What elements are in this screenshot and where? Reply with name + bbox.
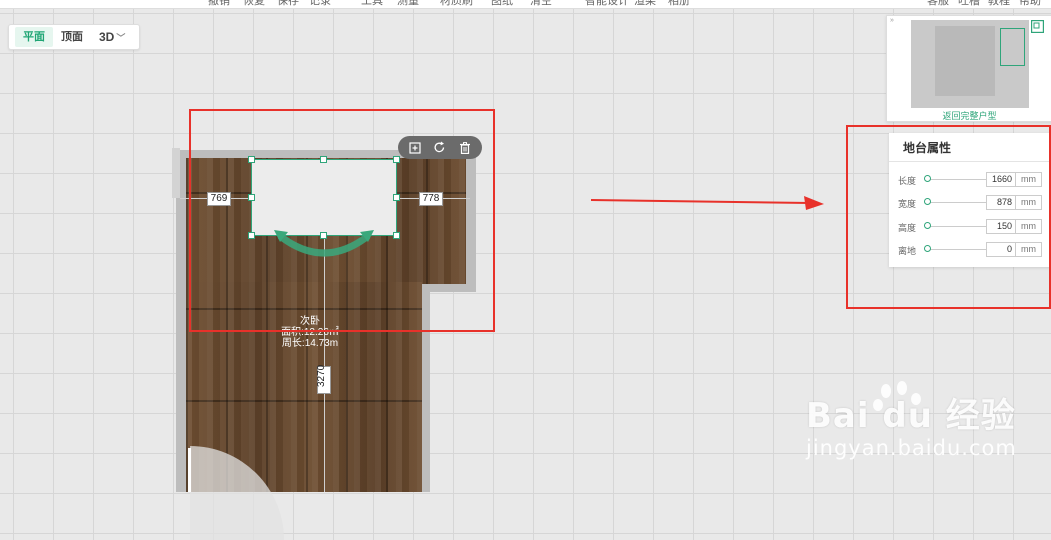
- door-leaf: [188, 448, 191, 492]
- toolbar-smart-design[interactable]: 智能设计: [585, 0, 629, 8]
- toolbar-measure[interactable]: 测量: [397, 0, 419, 8]
- minimap-highlight: [1000, 28, 1025, 66]
- view-mode-tabs: 平面 顶面 3D ﹀: [8, 24, 141, 50]
- toolbar-service[interactable]: 客服: [927, 0, 949, 8]
- minimap-collapse-icon[interactable]: »: [890, 17, 894, 24]
- back-to-full-plan-link[interactable]: 返回完整户型: [887, 109, 1051, 122]
- toolbar-tutorial[interactable]: 教程: [988, 0, 1010, 8]
- toolbar-record[interactable]: 记录: [309, 0, 331, 8]
- toolbar-album[interactable]: 相册: [668, 0, 690, 8]
- minimap-plan-detail: [935, 26, 995, 96]
- minimap[interactable]: » 返回完整户型: [886, 15, 1051, 122]
- dimension-vertical[interactable]: 3270: [316, 364, 331, 394]
- tab-plan[interactable]: 平面: [15, 27, 53, 47]
- tab-3d[interactable]: 3D ﹀: [91, 27, 133, 47]
- paw-icon: [873, 381, 921, 411]
- room-perimeter: 周长:14.73m: [281, 338, 339, 349]
- toolbar-save[interactable]: 保存: [277, 0, 299, 8]
- toolbar-undo[interactable]: 撤销: [208, 0, 230, 8]
- wall-cap: [172, 148, 180, 198]
- toolbar-redo[interactable]: 恢复: [243, 0, 265, 8]
- highlight-box-panel: [846, 125, 1051, 309]
- watermark-url: jingyan.baidu.com: [806, 436, 1017, 460]
- toolbar-material-brush[interactable]: 材质刷: [440, 0, 473, 8]
- toolbar-help[interactable]: 帮助: [1019, 0, 1041, 8]
- toolbar-feedback[interactable]: 吐槽: [958, 0, 980, 8]
- top-toolbar: 撤销 恢复 保存 记录 工具 测量 材质刷 图纸 清空 智能设计 渲染 相册 客…: [0, 0, 1051, 9]
- toolbar-drawings[interactable]: 图纸: [491, 0, 513, 8]
- toolbar-clear[interactable]: 清空: [530, 0, 552, 8]
- fullscreen-icon[interactable]: [1031, 20, 1045, 34]
- chevron-down-icon: ﹀: [116, 33, 126, 43]
- dimension-vertical-text: 3270: [316, 364, 327, 387]
- toolbar-tools[interactable]: 工具: [361, 0, 383, 8]
- highlight-box-platform: [189, 109, 495, 332]
- annotation-arrow: [590, 196, 824, 210]
- tab-ceiling[interactable]: 顶面: [53, 27, 91, 47]
- toolbar-render[interactable]: 渲染: [634, 0, 656, 8]
- tab-3d-label: 3D: [99, 30, 115, 44]
